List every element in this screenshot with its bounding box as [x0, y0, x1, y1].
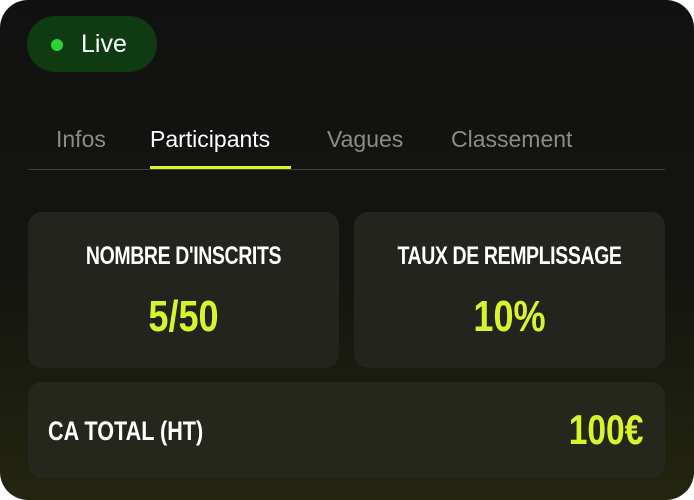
stat-tile-inscrits: NOMBRE D'INSCRITS 5/50: [28, 212, 339, 368]
stat-ca-value: 100€: [568, 406, 643, 453]
tab-classement[interactable]: Classement: [451, 124, 572, 154]
active-tab-indicator: [150, 166, 291, 169]
stat-tile-remplissage: TAUX DE REMPLISSAGE 10%: [354, 212, 665, 368]
stat-remplissage-label: TAUX DE REMPLISSAGE: [397, 242, 622, 270]
stat-remplissage-value: 10%: [473, 292, 546, 341]
stat-inscrits-value: 5/50: [148, 292, 219, 341]
stat-ca-label: CA TOTAL (HT): [48, 416, 204, 446]
live-dot-icon: [51, 39, 63, 51]
tab-vagues[interactable]: Vagues: [327, 124, 403, 154]
tab-participants[interactable]: Participants: [150, 124, 270, 154]
stat-tile-ca-total: CA TOTAL (HT) 100€: [28, 382, 665, 478]
stat-inscrits-label: NOMBRE D'INSCRITS: [85, 242, 282, 270]
tab-bar: Infos Participants Vagues Classement: [28, 118, 665, 170]
event-stats-card: Live Infos Participants Vagues Classemen…: [0, 0, 694, 500]
live-status-label: Live: [81, 30, 127, 58]
tab-infos[interactable]: Infos: [56, 124, 106, 154]
tabs-divider: [28, 169, 665, 170]
